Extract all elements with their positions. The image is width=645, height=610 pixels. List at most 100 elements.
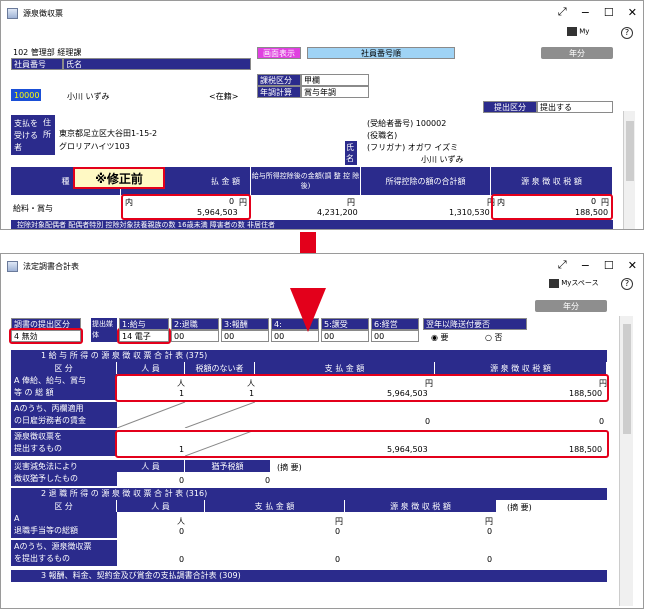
title-bar-2: 法定調書合計表 <box>1 254 643 278</box>
s1-col-tax: 源 泉 徴 収 税 額 <box>435 362 607 374</box>
tab-compensation-value[interactable]: 00 <box>221 330 269 342</box>
row2-disabled-cells <box>117 402 255 428</box>
tab-salary[interactable]: 1:給与 <box>119 318 169 330</box>
top-scroll-thumb[interactable] <box>626 121 634 181</box>
minimize-button[interactable]: − <box>581 6 590 19</box>
s1-col-count: 人 員 <box>117 362 185 374</box>
deduction-total-header: 所得控除の額の合計額 <box>361 167 491 195</box>
s2-summary-label: (摘 要) <box>507 503 532 512</box>
recipient-no: (受給者番号) 100002 <box>367 119 447 128</box>
kind-value: 給料・賞与 <box>13 204 53 213</box>
s2-col-count: 人 員 <box>117 500 205 512</box>
title-bar: 源泉徴収票 <box>1 1 643 25</box>
s2r2-count: 0 <box>179 555 185 564</box>
top-scrollbar[interactable] <box>623 111 635 229</box>
section1-title: 1 給 与 所 得 の 源 泉 徴 収 票 合 計 表 (375) <box>11 350 607 362</box>
s2-row1-label-line1: A <box>14 514 20 523</box>
sort-order-field[interactable]: 社員番号順 <box>307 47 455 59</box>
s2r1-count: 0 <box>179 527 185 536</box>
s2r2-tax: 0 <box>487 555 493 564</box>
name-value: 小川 いずみ <box>421 155 464 164</box>
row3-label-line1: 源泉徴収票を <box>14 432 62 441</box>
section3-title: 3 報酬、料金、契約金及び賞金の支払調書合計表 (309) <box>11 570 607 582</box>
maximize-button-2[interactable]: ☐ <box>604 259 614 272</box>
s2-col-payment: 支 払 金 額 <box>205 500 345 512</box>
s2r1-tax-unit: 円 <box>485 517 493 526</box>
row2-label: Aのうち、丙欄適用 の日雇労務者の賃金 <box>11 402 117 428</box>
s2-row2-label-line1: Aのうち、源泉徴収票 <box>14 542 92 551</box>
tab-management[interactable]: 6:経営 <box>371 318 419 330</box>
app-icon-2 <box>7 260 18 272</box>
tab-retirement-value[interactable]: 00 <box>171 330 219 342</box>
year-button[interactable]: 年分 <box>541 47 613 59</box>
expand-icon-2[interactable]: ⤢ <box>558 258 567 272</box>
tab-transfer[interactable]: 5:譲受 <box>321 318 369 330</box>
after-deduction-amount: 4,231,200 <box>317 208 358 217</box>
row3-label: 源泉徴収票を 提出するもの <box>11 430 117 456</box>
s2r1-payment: 0 <box>335 527 341 536</box>
s2-row1-label-line2: 退職手当等の総額 <box>14 526 78 535</box>
withholding-tax-header: 源 泉 徴 収 税 額 <box>491 167 613 195</box>
bottom-scroll-thumb[interactable] <box>623 324 631 434</box>
r2-tax: 0 <box>599 417 605 426</box>
submit-class-label: 提出区分 <box>483 101 537 113</box>
close-button-2[interactable]: ✕ <box>628 259 637 272</box>
highlight-row3 <box>115 430 609 458</box>
myspace-icon[interactable]: My <box>567 27 615 39</box>
year-end-calc-value: 賞与年調 <box>301 86 369 98</box>
row4-label-line2: 徴収猶予したもの <box>14 474 78 483</box>
submit-class-value[interactable]: 提出する <box>537 101 613 113</box>
row3-label-line2: 提出するもの <box>14 444 62 453</box>
r4-count: 0 <box>179 476 185 485</box>
row1-label-line2: 等 の 総 額 <box>14 388 54 397</box>
name-label: 氏名 <box>345 141 357 165</box>
close-button[interactable]: ✕ <box>628 6 637 19</box>
next-year-label: 翌年以降送付要否 <box>423 318 527 330</box>
r2-payment: 0 <box>425 417 431 426</box>
tab-retirement[interactable]: 2:退職 <box>171 318 219 330</box>
row2-label-line1: Aのうち、丙欄適用 <box>14 404 84 413</box>
myspace-button[interactable]: Myスペース <box>549 278 619 290</box>
s1-col-no-tax: 税額のない者 <box>185 362 255 374</box>
s2-row2-label: Aのうち、源泉徴収票 を提出するもの <box>11 540 117 566</box>
statement-tabs: 1:給与 2:退職 00 3:報酬 00 4: 00 5:譲受 00 6:経営 … <box>119 318 419 342</box>
s2r2-payment: 0 <box>335 555 341 564</box>
r4-grace-header: 猶予税額 <box>185 460 271 472</box>
role-label: (役職名) <box>367 131 398 140</box>
section2-title: 2 退 職 所 得 の 源 泉 徴 収 票 合 計 表 (316) <box>11 488 607 500</box>
app-icon <box>7 7 18 19</box>
employee-id-field[interactable]: 100002 <box>11 89 41 101</box>
s2r1-payment-unit: 円 <box>335 517 343 526</box>
row1-label-line1: A 俸給、給与、賞与 <box>14 376 87 385</box>
radio-not-required[interactable]: ○ 否 <box>485 332 503 343</box>
tax-class-value: 甲欄 <box>301 74 369 86</box>
after-deduction-yen-unit: 円 <box>347 198 355 207</box>
highlight-submission <box>9 328 83 344</box>
year-button-2[interactable]: 年分 <box>535 300 607 312</box>
tab-compensation[interactable]: 3:報酬 <box>221 318 269 330</box>
maximize-button[interactable]: ☐ <box>604 6 614 19</box>
window-title-2: 法定調書合計表 <box>23 261 79 271</box>
help-icon[interactable]: ? <box>621 27 633 39</box>
expand-icon[interactable]: ⤢ <box>558 5 567 19</box>
deduction-amount: 1,310,530 <box>449 208 490 217</box>
help-icon-2[interactable]: ? <box>621 278 633 290</box>
year-end-calc-label: 年調計算 <box>257 86 301 98</box>
highlight-pay <box>121 194 251 220</box>
s2-col-tax: 源 泉 徴 収 税 額 <box>345 500 497 512</box>
tab-management-value[interactable]: 00 <box>371 330 419 342</box>
badge-before-correction: ※修正前 <box>73 167 165 189</box>
s1-col-payment: 支 払 金 額 <box>255 362 435 374</box>
s2-row2-label-line2: を提出するもの <box>14 554 70 563</box>
employee-name: 小川 いずみ <box>67 92 110 101</box>
department: 102 管理部 経理課 <box>13 48 82 57</box>
highlight-tax <box>491 194 613 220</box>
screen-display-button[interactable]: 画面表示 <box>257 47 301 59</box>
s1-col-kubun: 区 分 <box>11 362 117 374</box>
employee-name-header: 氏名 <box>63 58 251 70</box>
radio-required[interactable]: ◉ 要 <box>431 332 449 343</box>
s2r1-count-unit: 人 <box>177 517 185 526</box>
minimize-button-2[interactable]: − <box>581 259 590 272</box>
bottom-scrollbar[interactable] <box>619 316 633 606</box>
tab-transfer-value[interactable]: 00 <box>321 330 369 342</box>
